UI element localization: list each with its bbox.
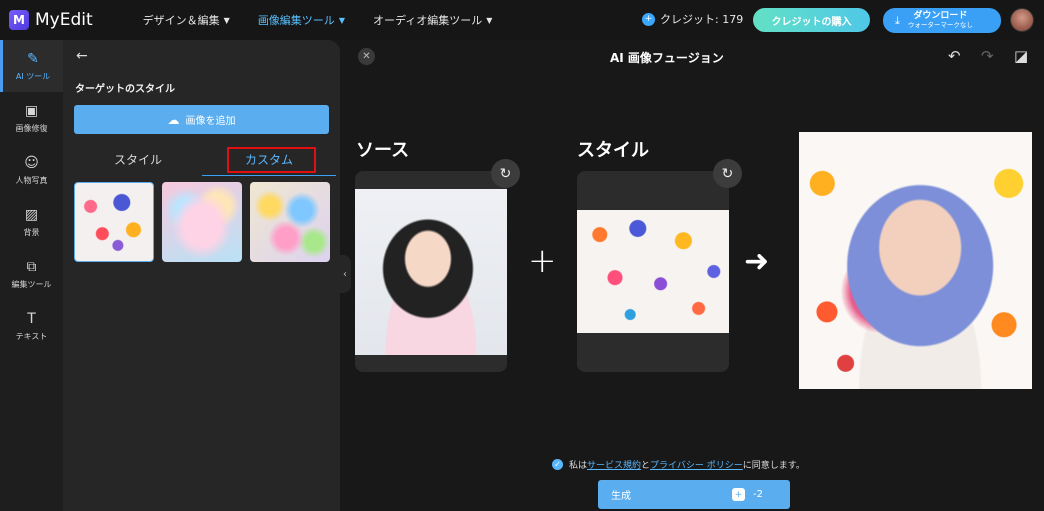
layers-icon: ⧉ [26,258,37,275]
download-icon: ⤓ [895,13,900,27]
style-label: スタイル [577,140,649,161]
panel-title: ターゲットのスタイル [75,84,175,95]
chevron-down-icon: ▼ [486,15,493,25]
back-arrow-icon[interactable]: ← [76,48,88,64]
agree-checkbox[interactable]: ✓ [552,459,563,470]
style-thumbnail[interactable] [74,182,154,262]
redo-icon[interactable]: ↷ [981,47,994,65]
rail-item-portrait[interactable]: ☺ 人物写真 [0,144,63,196]
style-card[interactable] [577,171,729,372]
app-logo[interactable]: M MyEdit [9,10,93,30]
style-photo [577,210,729,333]
reset-style-icon[interactable]: ↻ [713,159,742,188]
background-icon: ▨ [24,206,39,223]
portrait-icon: ☺ [24,154,39,171]
close-icon[interactable]: ✕ [358,48,375,65]
cloud-upload-icon: ☁ [167,112,180,127]
generate-button[interactable]: 生成 + -2 [598,480,790,509]
canvas-title: AI 画像フュージョン [610,51,724,65]
custom-tab-highlight [227,147,316,173]
credit-balance: + クレジット: 179 [642,11,743,27]
result-image[interactable] [799,132,1032,389]
logo-icon: M [9,10,29,30]
main-nav: デザイン＆編集 ▼ 画像編集ツール ▼ オーディオ編集ツール ▼ [143,12,521,28]
avatar[interactable] [1010,8,1034,32]
privacy-link[interactable]: プライバシー ポリシー [650,458,743,471]
rail-item-background[interactable]: ▨ 背景 [0,196,63,248]
collapse-panel-icon[interactable]: ‹ [339,255,351,293]
nav-image-tools[interactable]: 画像編集ツール ▼ [258,12,345,28]
terms-link[interactable]: サービス規約 [587,458,641,471]
text-icon: T [27,310,36,327]
app-name: MyEdit [35,10,93,30]
undo-icon[interactable]: ↶ [948,47,961,65]
nav-audio-tools[interactable]: オーディオ編集ツール ▼ [373,12,492,28]
chevron-down-icon: ▼ [338,15,345,25]
plus-icon: + [528,241,557,281]
image-icon: ▣ [24,102,39,119]
nav-design-edit[interactable]: デザイン＆編集 ▼ [143,12,230,28]
rail-item-image-repair[interactable]: ▣ 画像修復 [0,92,63,144]
credit-icon: + [642,12,655,26]
rail-item-ai-tools[interactable]: ✎ AI ツール [0,40,63,92]
rail-item-edit-tools[interactable]: ⧉ 編集ツール [0,248,63,300]
source-label: ソース [356,140,410,161]
tool-rail: ✎ AI ツール ▣ 画像修復 ☺ 人物写真 ▨ 背景 ⧉ 編集ツール T テキ… [0,40,63,511]
arrow-right-icon: ➜ [744,244,770,279]
style-thumbnail[interactable] [162,182,242,262]
chevron-down-icon: ▼ [223,15,230,25]
style-thumbnails [74,182,338,262]
tab-style[interactable]: スタイル [74,143,202,176]
source-card[interactable] [355,171,507,372]
source-photo [355,189,507,355]
credit-icon: + [732,488,745,501]
buy-credits-button[interactable]: クレジットの購入 [753,8,870,32]
download-button[interactable]: ⤓ ダウンロード ウォーターマークなし [883,8,1001,33]
style-tabs: スタイル カスタム [74,143,336,176]
style-panel: ← ターゲットのスタイル ☁ 画像を追加 スタイル カスタム [63,40,340,511]
reset-source-icon[interactable]: ↻ [491,159,520,188]
magic-wand-icon: ✎ [27,50,39,67]
style-thumbnail[interactable] [250,182,330,262]
erase-icon[interactable]: ◪ [1014,47,1028,65]
add-image-button[interactable]: ☁ 画像を追加 [74,105,329,134]
rail-item-text[interactable]: T テキスト [0,300,63,352]
agreement: ✓ 私は サービス規約とプライバシー ポリシー に同意します。 [552,458,805,471]
